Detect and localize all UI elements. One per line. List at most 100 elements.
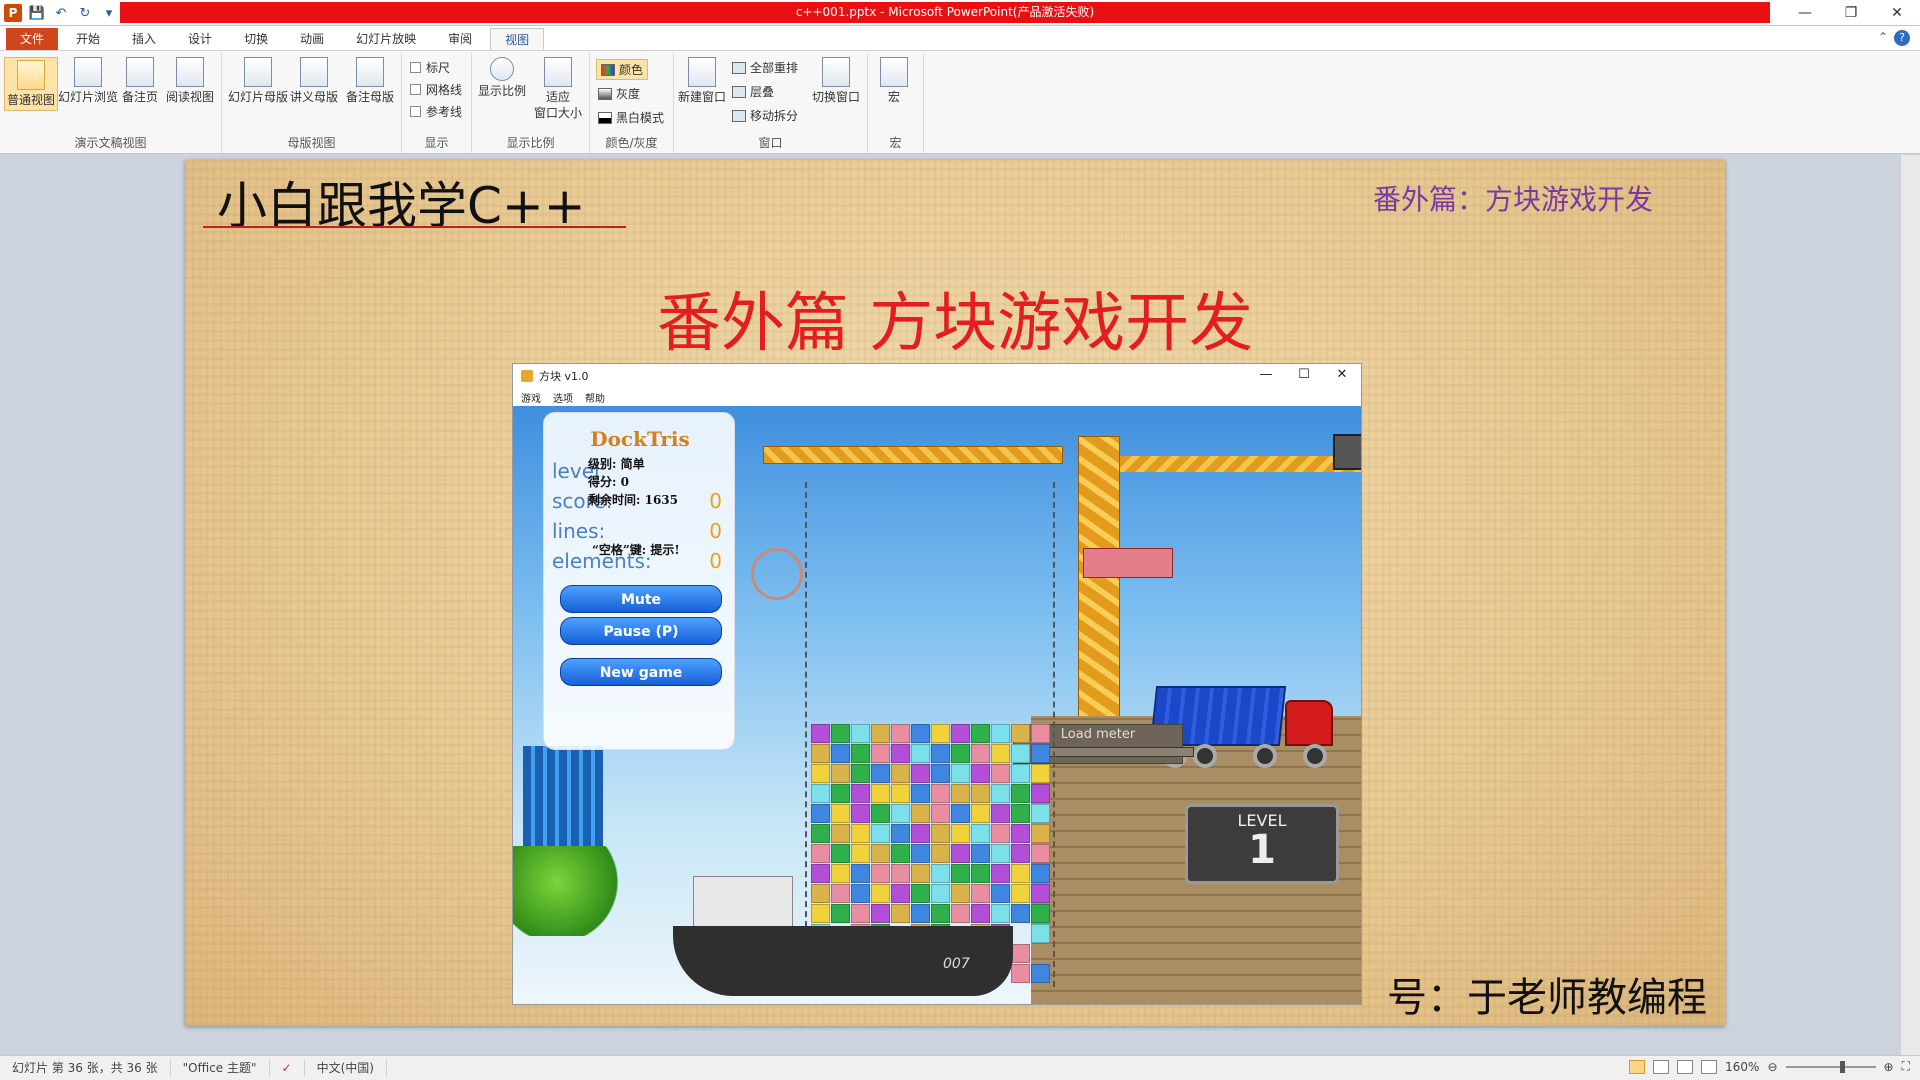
tetris-block bbox=[1011, 824, 1030, 843]
tetris-block bbox=[1031, 844, 1050, 863]
gridlines-checkbox[interactable]: 网格线 bbox=[410, 81, 462, 98]
slide-master-button[interactable]: 幻灯片母版 bbox=[228, 57, 288, 105]
cn-hint-text: “空格”键: 提示! bbox=[592, 543, 680, 557]
zoom-button[interactable]: 显示比例 bbox=[478, 57, 526, 99]
level-display-number: 1 bbox=[1248, 827, 1276, 873]
undo-icon[interactable]: ↶ bbox=[52, 4, 70, 22]
tab-slideshow[interactable]: 幻灯片放映 bbox=[342, 28, 430, 50]
tetris-block bbox=[911, 744, 930, 763]
powerpoint-app-icon[interactable]: P bbox=[4, 4, 22, 22]
grayscale-button[interactable]: 灰度 bbox=[598, 85, 640, 102]
tab-animations[interactable]: 动画 bbox=[286, 28, 338, 50]
redo-icon[interactable]: ↻ bbox=[76, 4, 94, 22]
tab-insert[interactable]: 插入 bbox=[118, 28, 170, 50]
tetris-block bbox=[1011, 724, 1030, 743]
normal-view-label: 普通视图 bbox=[7, 93, 56, 107]
zoom-in-icon[interactable]: ⊕ bbox=[1884, 1060, 1894, 1074]
minimize-ribbon-icon[interactable]: ⌃ bbox=[1878, 30, 1888, 46]
color-button[interactable]: 颜色 bbox=[596, 59, 649, 80]
tetris-block bbox=[1031, 904, 1050, 923]
language-status[interactable]: 中文(中国) bbox=[305, 1059, 387, 1077]
score-value: 0 bbox=[709, 489, 722, 513]
fit-window-label: 适应 窗口大小 bbox=[534, 90, 583, 120]
magnifier-icon bbox=[490, 57, 514, 81]
macro-button[interactable]: 宏 bbox=[880, 57, 908, 105]
ship-superstructure bbox=[693, 876, 793, 931]
new-window-button[interactable]: 新建窗口 bbox=[678, 57, 726, 105]
tetris-block bbox=[1031, 804, 1050, 823]
minimize-button[interactable]: — bbox=[1782, 0, 1828, 26]
zoom-level[interactable]: 160% bbox=[1725, 1060, 1759, 1074]
reading-view-button[interactable]: 阅读视图 bbox=[166, 57, 214, 105]
slide-sorter-icon bbox=[74, 57, 102, 87]
cascade-label: 层叠 bbox=[750, 85, 775, 99]
save-icon[interactable]: 💾 bbox=[28, 4, 46, 22]
truck-cab bbox=[1285, 700, 1333, 746]
slide[interactable]: 小白跟我学C++ 番外篇：方块游戏开发 番外篇 方块游戏开发 方块 v1.0 —… bbox=[185, 160, 1725, 1026]
tetris-block bbox=[871, 744, 890, 763]
close-button[interactable]: ✕ bbox=[1874, 0, 1920, 26]
zoom-label: 显示比例 bbox=[478, 84, 527, 98]
reading-view-status-icon[interactable] bbox=[1677, 1059, 1694, 1074]
handout-master-icon bbox=[300, 57, 328, 87]
tetris-block bbox=[931, 784, 950, 803]
theme-status[interactable]: "Office 主题" bbox=[171, 1059, 270, 1077]
ruler-checkbox[interactable]: 标尺 bbox=[410, 59, 450, 76]
normal-view-button[interactable]: 普通视图 bbox=[4, 57, 59, 111]
fit-slide-icon[interactable]: ⛶ bbox=[1902, 1059, 1910, 1074]
arrange-all-button[interactable]: 全部重排 bbox=[732, 59, 798, 76]
tetris-block bbox=[931, 744, 950, 763]
move-split-button[interactable]: 移动拆分 bbox=[732, 107, 798, 124]
normal-view-status-icon[interactable] bbox=[1629, 1059, 1646, 1074]
tab-home[interactable]: 开始 bbox=[62, 28, 114, 50]
game-maximize-icon: ☐ bbox=[1298, 367, 1310, 382]
cascade-icon bbox=[732, 85, 746, 98]
ribbon: 普通视图 幻灯片浏览 备注页 阅读视图 演示文稿视图 幻灯片母版 讲义母版 备注… bbox=[0, 50, 1920, 154]
help-icon[interactable]: ? bbox=[1894, 30, 1910, 46]
ruler-label: 标尺 bbox=[426, 61, 451, 75]
group-label: 宏 bbox=[889, 136, 902, 150]
zoom-slider-thumb[interactable] bbox=[1839, 1060, 1845, 1073]
tab-design[interactable]: 设计 bbox=[174, 28, 226, 50]
tab-review[interactable]: 审阅 bbox=[434, 28, 486, 50]
customize-qat-icon[interactable]: ▾ bbox=[100, 4, 118, 22]
tetris-block bbox=[1031, 724, 1050, 743]
cascade-button[interactable]: 层叠 bbox=[732, 83, 774, 100]
tetris-block bbox=[991, 824, 1010, 843]
tetris-block bbox=[851, 784, 870, 803]
new-window-label: 新建窗口 bbox=[678, 90, 727, 104]
slideshow-status-icon[interactable] bbox=[1701, 1059, 1718, 1074]
switch-window-button[interactable]: 切换窗口 bbox=[812, 57, 860, 105]
tetris-block bbox=[1011, 764, 1030, 783]
group-show: 标尺 网格线 参考线 显示 bbox=[402, 53, 472, 153]
tab-transitions[interactable]: 切换 bbox=[230, 28, 282, 50]
slide-number-status[interactable]: 幻灯片 第 36 张，共 36 张 bbox=[0, 1059, 171, 1077]
spellcheck-icon[interactable]: ✓ bbox=[270, 1059, 305, 1077]
tetris-block bbox=[951, 744, 970, 763]
restore-button[interactable]: ❐ bbox=[1828, 0, 1874, 26]
tetris-block bbox=[891, 824, 910, 843]
slide-sorter-button[interactable]: 幻灯片浏览 bbox=[58, 57, 118, 105]
tetris-block bbox=[871, 804, 890, 823]
zoom-out-icon[interactable]: ⊖ bbox=[1767, 1060, 1777, 1074]
arrange-all-icon bbox=[732, 61, 746, 74]
vertical-scrollbar[interactable] bbox=[1900, 155, 1920, 1055]
tab-file[interactable]: 文件 bbox=[6, 28, 59, 50]
fit-window-button[interactable]: 适应 窗口大小 bbox=[534, 57, 582, 121]
game-window-screenshot: 方块 v1.0 — ☐ ✕ 游戏 选项 帮助 Load meter LEVEL … bbox=[512, 363, 1362, 1005]
notes-page-button[interactable]: 备注页 bbox=[122, 57, 158, 105]
handout-master-button[interactable]: 讲义母版 bbox=[290, 57, 338, 105]
tetris-block bbox=[911, 724, 930, 743]
guides-checkbox[interactable]: 参考线 bbox=[410, 103, 462, 120]
tetris-block bbox=[831, 764, 850, 783]
notes-master-button[interactable]: 备注母版 bbox=[346, 57, 394, 105]
black-white-button[interactable]: 黑白模式 bbox=[598, 109, 664, 126]
zoom-slider[interactable] bbox=[1785, 1060, 1876, 1073]
tetris-block bbox=[811, 744, 830, 763]
tetris-block bbox=[911, 824, 930, 843]
slide-sorter-status-icon[interactable] bbox=[1653, 1059, 1670, 1074]
group-label: 颜色/灰度 bbox=[605, 136, 658, 150]
group-color-grayscale: 颜色 灰度 黑白模式 颜色/灰度 bbox=[590, 53, 674, 153]
tab-view[interactable]: 视图 bbox=[490, 28, 545, 50]
game-menu-options: 选项 bbox=[553, 393, 573, 405]
